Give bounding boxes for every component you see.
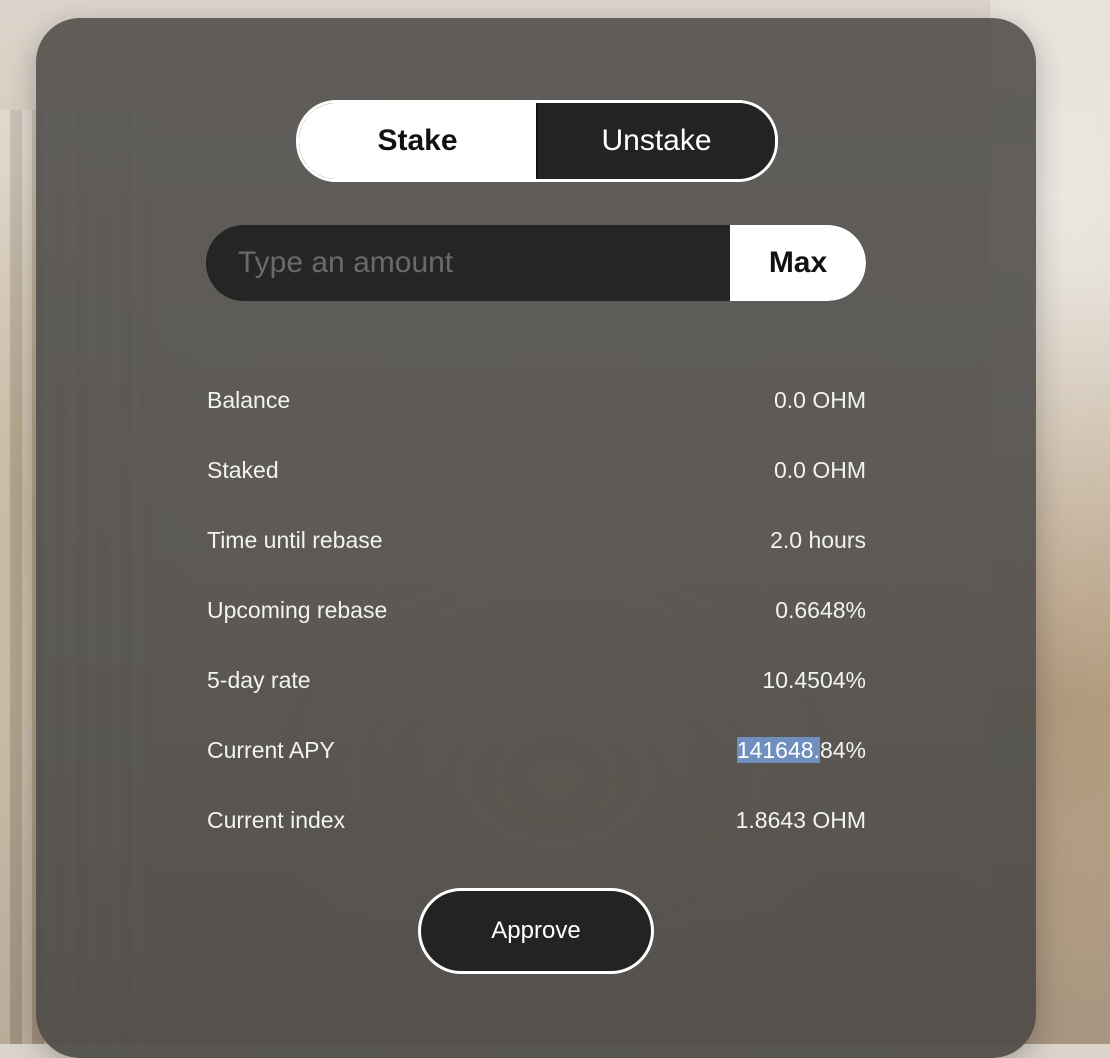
- stat-label: 5-day rate: [207, 666, 311, 693]
- stat-label: Upcoming rebase: [207, 596, 388, 623]
- amount-input[interactable]: [206, 225, 730, 301]
- stat-value: 141648.84%: [736, 736, 866, 764]
- stat-label: Current index: [207, 806, 346, 833]
- stat-row-current-index: Current index 1.8643 OHM: [207, 785, 866, 855]
- stat-label: Staked: [207, 456, 279, 483]
- stat-value: 0.0 OHM: [773, 386, 866, 413]
- stake-unstake-toggle: Stake Unstake: [296, 100, 778, 182]
- selected-text-highlight: 141648.: [736, 736, 820, 763]
- approve-button[interactable]: Approve: [418, 888, 654, 974]
- amount-input-group: Max: [206, 225, 866, 301]
- stat-label: Balance: [207, 386, 291, 413]
- tab-unstake[interactable]: Unstake: [536, 103, 775, 179]
- stat-row-time-until-rebase: Time until rebase 2.0 hours: [207, 505, 866, 575]
- stat-value: 2.0 hours: [770, 526, 866, 553]
- stat-label: Time until rebase: [207, 526, 383, 553]
- stat-value-rest: 84%: [819, 736, 866, 763]
- stats-list: Balance 0.0 OHM Staked 0.0 OHM Time unti…: [207, 365, 866, 855]
- stat-row-balance: Balance 0.0 OHM: [207, 365, 866, 435]
- stake-card: Stake Unstake Max Balance 0.0 OHM Staked…: [36, 18, 1036, 1058]
- stat-value: 0.6648%: [775, 596, 866, 623]
- stat-value: 10.4504%: [762, 666, 866, 693]
- stat-row-staked: Staked 0.0 OHM: [207, 435, 866, 505]
- stat-value: 1.8643 OHM: [735, 806, 866, 833]
- stat-label: Current APY: [207, 736, 335, 763]
- stat-row-current-apy: Current APY 141648.84%: [207, 715, 866, 785]
- stat-value: 0.0 OHM: [773, 456, 866, 483]
- max-button[interactable]: Max: [730, 225, 866, 301]
- tab-stake[interactable]: Stake: [299, 103, 536, 179]
- stat-row-upcoming-rebase: Upcoming rebase 0.6648%: [207, 575, 866, 645]
- stat-row-5-day-rate: 5-day rate 10.4504%: [207, 645, 866, 715]
